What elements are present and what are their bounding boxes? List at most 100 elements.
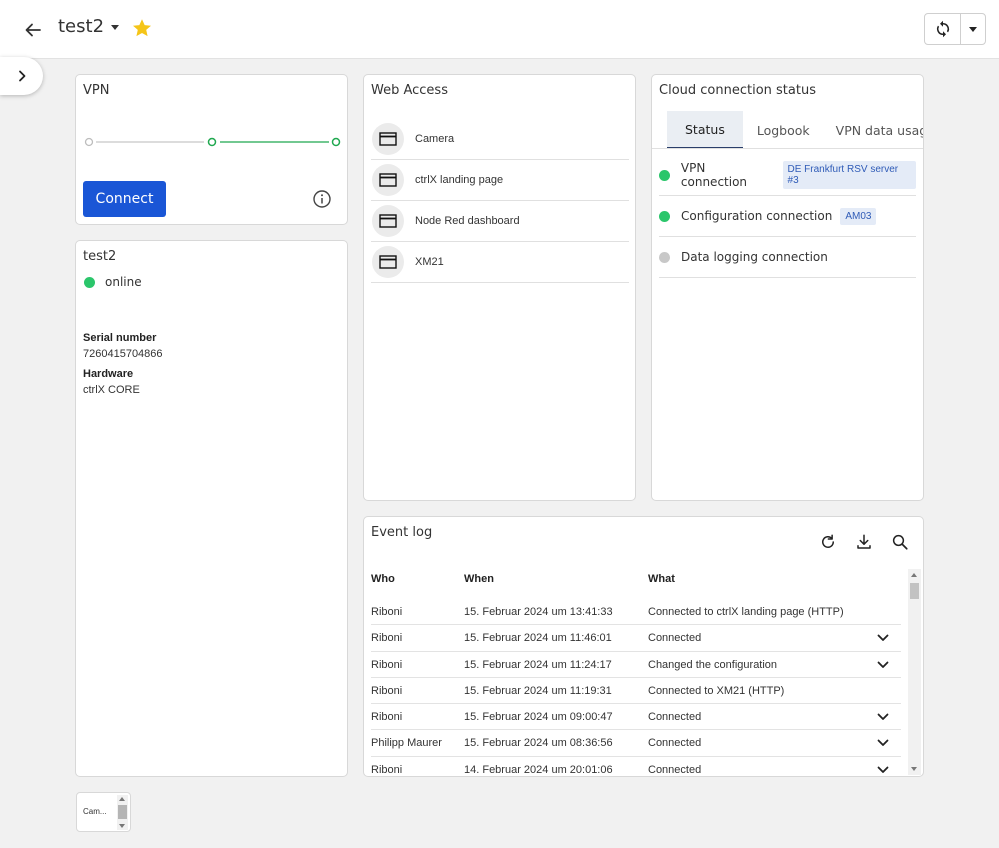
cell-what: Connected xyxy=(648,632,702,645)
cell-what: Connected to ctrlX landing page (HTTP) xyxy=(648,606,844,618)
connection-row-data-logging: Data logging connection xyxy=(659,237,916,278)
web-access-label: ctrlX landing page xyxy=(415,174,504,186)
refresh-button[interactable] xyxy=(925,14,961,44)
cell-what: Connected xyxy=(648,737,702,750)
cell-when: 14. Februar 2024 um 20:01:06 xyxy=(464,763,613,775)
hardware-value: ctrlX CORE xyxy=(83,384,140,396)
web-access-item-camera[interactable]: Camera xyxy=(371,119,629,160)
tab-vpn-data-usage[interactable]: VPN data usage xyxy=(824,111,923,149)
online-status-dot xyxy=(84,276,95,288)
cell-who: Riboni xyxy=(371,763,403,775)
table-row: Riboni 15. Februar 2024 um 11:46:01 Conn… xyxy=(371,625,901,652)
scrollbar-thumb[interactable] xyxy=(118,805,127,819)
cell-who: Riboni xyxy=(371,684,403,697)
web-access-label: XM21 xyxy=(415,256,444,268)
chevron-down-icon[interactable] xyxy=(877,711,889,723)
back-button[interactable] xyxy=(20,17,46,43)
chevron-down-icon[interactable] xyxy=(877,737,889,749)
scroll-up-arrow-icon[interactable] xyxy=(119,797,125,801)
table-row: Riboni 15. Februar 2024 um 11:19:31 Conn… xyxy=(371,678,901,705)
disconnected-status-dot xyxy=(659,251,670,263)
connected-status-dot xyxy=(659,210,670,222)
event-log-table: Riboni 15. Februar 2024 um 13:41:33 Conn… xyxy=(371,599,901,775)
event-log-search-button[interactable] xyxy=(889,531,911,553)
table-row: Riboni 15. Februar 2024 um 11:24:17 Chan… xyxy=(371,652,901,678)
search-icon xyxy=(892,534,908,550)
camera-mini-widget[interactable]: Cam... xyxy=(76,792,131,832)
connection-row-vpn: VPN connection DE Frankfurt RSV server #… xyxy=(659,155,916,196)
window-icon xyxy=(372,164,404,196)
caret-down-icon xyxy=(969,26,977,32)
vpn-card-title: VPN xyxy=(83,83,110,98)
web-access-label: Camera xyxy=(415,133,455,145)
cell-who: Riboni xyxy=(371,658,403,671)
device-name: test2 xyxy=(83,249,117,264)
cell-what: Changed the configuration xyxy=(648,658,778,671)
vpn-progress-track xyxy=(84,137,341,147)
device-title-dropdown[interactable]: test2 xyxy=(58,16,120,37)
tab-logbook[interactable]: Logbook xyxy=(743,111,824,149)
connect-button[interactable]: Connect xyxy=(83,181,166,217)
mini-widget-scrollbar[interactable] xyxy=(117,795,128,830)
event-log-header: Who When What xyxy=(371,573,901,597)
tabs-divider xyxy=(652,148,923,149)
cell-when: 15. Februar 2024 um 11:24:17 xyxy=(464,658,612,671)
device-info-card: test2 online Serial number 7260415704866… xyxy=(75,240,348,777)
web-access-item-ctrlx-landing-page[interactable]: ctrlX landing page xyxy=(371,160,629,201)
vpn-info-button[interactable] xyxy=(312,189,332,209)
hardware-label: Hardware xyxy=(83,368,134,380)
cell-when: 15. Februar 2024 um 11:19:31 xyxy=(464,684,612,697)
cell-when: 15. Februar 2024 um 13:41:33 xyxy=(464,606,613,618)
device-status: online xyxy=(84,275,142,289)
web-access-item-xm21[interactable]: XM21 xyxy=(371,242,629,283)
tab-status[interactable]: Status xyxy=(667,111,743,149)
cloud-connection-title: Cloud connection status xyxy=(659,83,816,98)
top-bar: test2 xyxy=(0,0,999,59)
event-log-scrollbar[interactable] xyxy=(908,569,921,775)
caret-down-icon xyxy=(111,25,120,30)
cell-when: 15. Februar 2024 um 11:46:01 xyxy=(464,632,612,645)
event-log-download-button[interactable] xyxy=(853,531,875,553)
cell-when: 15. Februar 2024 um 09:00:47 xyxy=(464,711,613,724)
connection-row-configuration: Configuration connection AM03 xyxy=(659,196,916,237)
column-header-who[interactable]: Who xyxy=(371,573,395,585)
connection-label: Configuration connection xyxy=(681,209,833,223)
table-row: Riboni 15. Februar 2024 um 09:00:47 Conn… xyxy=(371,704,901,731)
page-title: test2 xyxy=(58,16,105,37)
sidebar-toggle-button[interactable] xyxy=(0,57,43,95)
web-access-item-node-red-dashboard[interactable]: Node Red dashboard xyxy=(371,201,629,242)
favorite-button[interactable] xyxy=(131,17,155,41)
star-icon xyxy=(133,19,151,37)
window-icon xyxy=(372,246,404,278)
chevron-down-icon[interactable] xyxy=(877,632,889,644)
chevron-down-icon[interactable] xyxy=(877,659,889,671)
sync-icon xyxy=(936,20,949,38)
chevron-down-icon[interactable] xyxy=(877,764,889,775)
cell-what: Connected xyxy=(648,763,702,775)
column-header-when[interactable]: When xyxy=(464,573,494,585)
table-row: Philipp Maurer 15. Februar 2024 um 08:36… xyxy=(371,730,901,757)
arrow-left-icon xyxy=(25,23,41,37)
cell-who: Riboni xyxy=(371,606,403,618)
connected-status-dot xyxy=(659,169,670,181)
info-icon xyxy=(313,190,331,208)
cell-when: 15. Februar 2024 um 08:36:56 xyxy=(464,737,613,750)
cell-what: Connected xyxy=(648,711,702,724)
cell-who: Riboni xyxy=(371,711,403,724)
event-log-title: Event log xyxy=(371,525,433,540)
web-access-label: Node Red dashboard xyxy=(415,215,520,227)
scroll-up-arrow-icon[interactable] xyxy=(911,573,917,577)
table-row: Riboni 14. Februar 2024 um 20:01:06 Conn… xyxy=(371,757,901,775)
scroll-down-arrow-icon[interactable] xyxy=(119,824,125,828)
connection-label: VPN connection xyxy=(680,161,748,189)
refresh-icon xyxy=(822,534,834,548)
table-row: Riboni 15. Februar 2024 um 13:41:33 Conn… xyxy=(371,599,901,626)
cell-what: Connected to XM21 (HTTP) xyxy=(648,684,785,697)
connection-label: Data logging connection xyxy=(681,250,828,264)
refresh-options-dropdown[interactable] xyxy=(961,14,985,44)
scroll-down-arrow-icon[interactable] xyxy=(911,767,917,771)
scrollbar-thumb[interactable] xyxy=(910,583,919,599)
column-header-what[interactable]: What xyxy=(648,573,675,585)
event-log-refresh-button[interactable] xyxy=(817,531,839,553)
event-log-toolbar xyxy=(817,531,911,553)
